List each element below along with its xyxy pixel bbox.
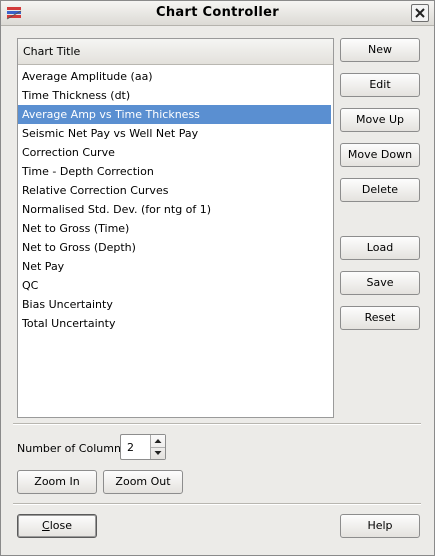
divider	[13, 423, 421, 425]
chart-controller-window: Chart Controller Chart Title Average Amp…	[0, 0, 435, 556]
number-of-columns-label: Number of Columns	[17, 442, 127, 455]
chart-list-item[interactable]: QC	[18, 276, 331, 295]
delete-button[interactable]: Delete	[340, 178, 420, 202]
number-of-columns-spinner[interactable]: 2	[120, 434, 166, 460]
window-close-button[interactable]	[411, 4, 429, 22]
arrow-down-icon	[154, 451, 162, 455]
chart-list-item[interactable]: Correction Curve	[18, 143, 331, 162]
chart-list-item[interactable]: Average Amp vs Time Thickness	[18, 105, 331, 124]
chart-list-item[interactable]: Average Amplitude (aa)	[18, 67, 331, 86]
chart-list-item[interactable]: Relative Correction Curves	[18, 181, 331, 200]
chart-list-rows: Average Amplitude (aa) Time Thickness (dt…	[18, 67, 331, 333]
close-icon	[415, 8, 425, 18]
title-bar[interactable]: Chart Controller	[1, 1, 434, 26]
reset-button[interactable]: Reset	[340, 306, 420, 330]
move-down-button[interactable]: Move Down	[340, 143, 420, 167]
chart-list-item[interactable]: Net to Gross (Time)	[18, 219, 331, 238]
close-button-label: lose	[49, 519, 72, 532]
chart-title-column-header: Chart Title	[23, 45, 81, 58]
chart-list-item[interactable]: Total Uncertainty	[18, 314, 331, 333]
window-title: Chart Controller	[156, 5, 279, 20]
arrow-up-icon	[154, 439, 162, 443]
new-button[interactable]: New	[340, 38, 420, 62]
spinner-buttons	[150, 435, 165, 459]
zoom-in-button[interactable]: Zoom In	[17, 470, 97, 494]
chart-list-item[interactable]: Seismic Net Pay vs Well Net Pay	[18, 124, 331, 143]
zoom-out-button[interactable]: Zoom Out	[103, 470, 183, 494]
edit-button[interactable]: Edit	[340, 73, 420, 97]
help-button[interactable]: Help	[340, 514, 420, 538]
number-of-columns-value[interactable]: 2	[127, 441, 134, 454]
chart-list-item[interactable]: Time Thickness (dt)	[18, 86, 331, 105]
spinner-down-button[interactable]	[151, 447, 165, 459]
chart-list-item[interactable]: Time - Depth Correction	[18, 162, 331, 181]
chart-list-header[interactable]: Chart Title	[18, 39, 333, 65]
chart-list-item[interactable]: Normalised Std. Dev. (for ntg of 1)	[18, 200, 331, 219]
close-mnemonic-letter: C	[42, 519, 50, 532]
move-up-button[interactable]: Move Up	[340, 108, 420, 132]
chart-list[interactable]: Chart Title Average Amplitude (aa) Time T…	[17, 38, 334, 418]
divider	[13, 503, 421, 505]
chart-list-item[interactable]: Bias Uncertainty	[18, 295, 331, 314]
chart-list-item[interactable]: Net Pay	[18, 257, 331, 276]
save-button[interactable]: Save	[340, 271, 420, 295]
close-button[interactable]: Close	[17, 514, 97, 538]
chart-list-item[interactable]: Net to Gross (Depth)	[18, 238, 331, 257]
load-button[interactable]: Load	[340, 236, 420, 260]
